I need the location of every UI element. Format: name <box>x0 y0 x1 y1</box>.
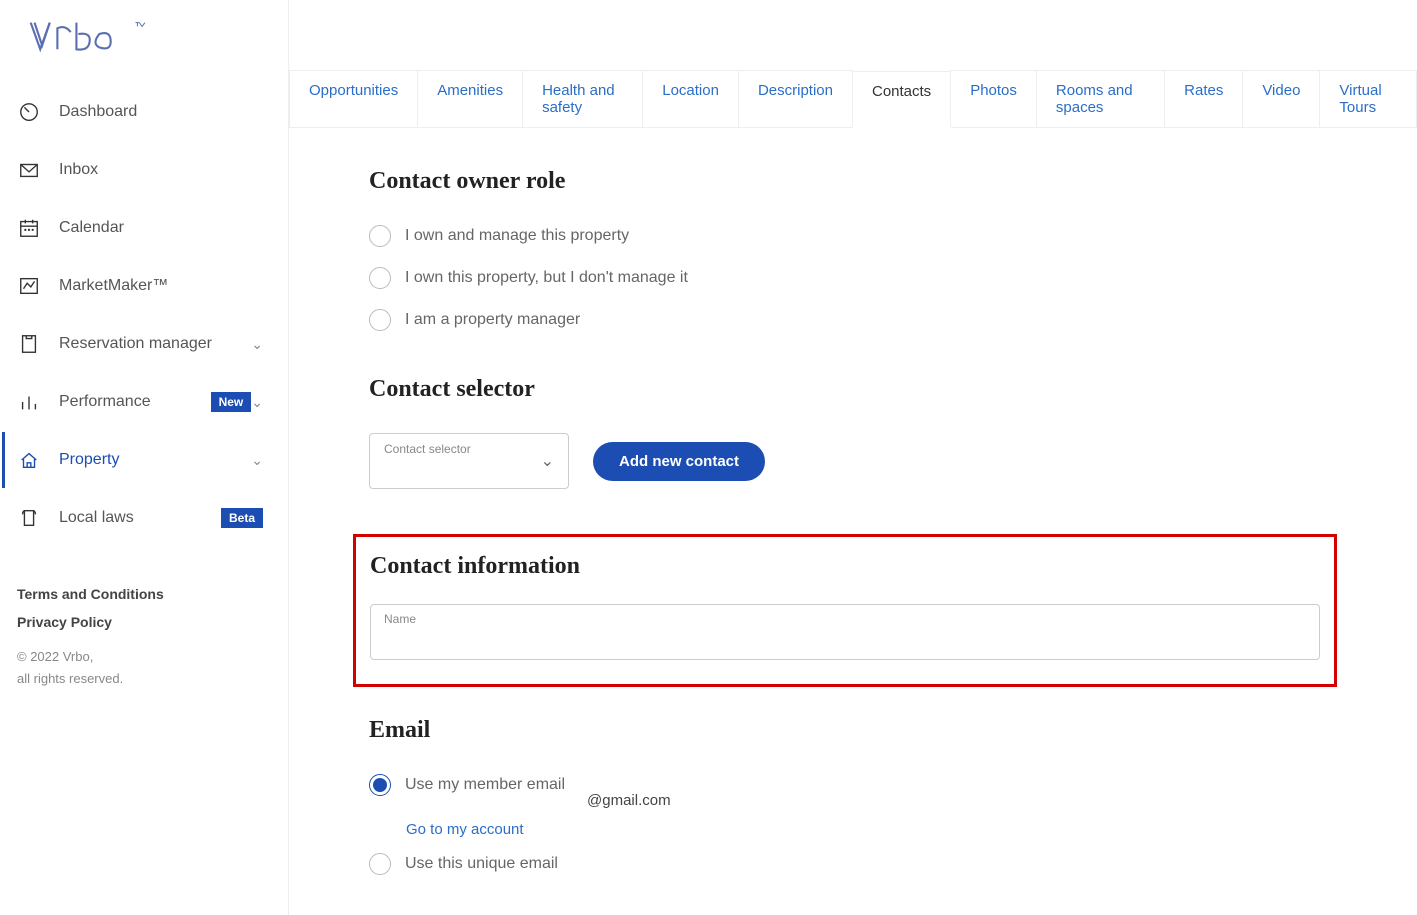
sidebar-item-label: Inbox <box>59 161 288 179</box>
performance-icon <box>17 390 41 414</box>
radio-icon <box>369 267 391 289</box>
vrbo-logo-icon <box>20 15 150 55</box>
tab-virtual-tours[interactable]: Virtual Tours <box>1319 70 1417 127</box>
email-section: Use my member email @gmail.com Go to my … <box>369 774 1337 875</box>
copyright: © 2022 Vrbo, all rights reserved. <box>17 636 288 690</box>
owner-role-option-3[interactable]: I am a property manager <box>369 309 1337 331</box>
contact-information-highlight: Contact information Name <box>353 534 1337 687</box>
tab-video[interactable]: Video <box>1242 70 1320 127</box>
tabs: Opportunities Amenities Health and safet… <box>289 70 1417 128</box>
radio-label: Use this unique email <box>405 855 558 873</box>
tab-description[interactable]: Description <box>738 70 853 127</box>
tab-amenities[interactable]: Amenities <box>417 70 523 127</box>
tab-contacts[interactable]: Contacts <box>852 71 951 128</box>
sidebar-item-label: Calendar <box>59 219 288 237</box>
sidebar-item-label: Property <box>59 451 251 469</box>
owner-role-radio-group: I own and manage this property I own thi… <box>369 225 1337 331</box>
sidebar-item-property[interactable]: Property ⌄ <box>17 448 288 472</box>
radio-icon <box>369 225 391 247</box>
footer-links: Terms and Conditions Privacy Policy © 20… <box>15 530 288 690</box>
sidebar-item-dashboard[interactable]: Dashboard <box>17 100 288 124</box>
contact-selector-row: Contact selector ⌄ Add new contact <box>369 433 1337 489</box>
tab-location[interactable]: Location <box>642 70 739 127</box>
tab-photos[interactable]: Photos <box>950 70 1037 127</box>
market-icon <box>17 274 41 298</box>
sidebar-item-label: Reservation manager <box>59 335 251 353</box>
main-content: Opportunities Amenities Health and safet… <box>288 0 1417 915</box>
new-badge: New <box>211 392 252 412</box>
go-to-account-link[interactable]: Go to my account <box>406 821 524 838</box>
tab-opportunities[interactable]: Opportunities <box>289 70 418 127</box>
sidebar: Dashboard Inbox Calendar MarketMaker™ Re… <box>0 0 288 915</box>
chevron-down-icon: ⌄ <box>251 394 263 411</box>
beta-badge: Beta <box>221 508 263 528</box>
email-option-unique[interactable]: Use this unique email <box>369 853 1337 875</box>
sidebar-item-performance[interactable]: Performance New ⌄ <box>17 390 288 414</box>
tab-rooms-spaces[interactable]: Rooms and spaces <box>1036 70 1165 127</box>
sidebar-nav: Dashboard Inbox Calendar MarketMaker™ Re… <box>15 100 288 530</box>
calendar-icon <box>17 216 41 240</box>
sidebar-item-label: Local laws <box>59 509 221 527</box>
section-title-contact-info: Contact information <box>370 553 1320 580</box>
sidebar-item-inbox[interactable]: Inbox <box>17 158 288 182</box>
radio-label: I am a property manager <box>405 311 580 329</box>
radio-label: I own and manage this property <box>405 227 629 245</box>
add-new-contact-button[interactable]: Add new contact <box>593 442 765 481</box>
dashboard-icon <box>17 100 41 124</box>
contact-selector-dropdown[interactable]: Contact selector ⌄ <box>369 433 569 489</box>
sidebar-item-label: Dashboard <box>59 103 288 121</box>
sidebar-item-local-laws[interactable]: Local laws Beta <box>17 506 288 530</box>
chevron-down-icon: ⌄ <box>251 452 263 469</box>
sidebar-item-label: MarketMaker™ <box>59 277 288 295</box>
dropdown-label: Contact selector <box>384 442 554 456</box>
radio-icon <box>369 853 391 875</box>
sidebar-item-calendar[interactable]: Calendar <box>17 216 288 240</box>
sidebar-item-reservation-manager[interactable]: Reservation manager ⌄ <box>17 332 288 356</box>
radio-label: I own this property, but I don't manage … <box>405 269 688 287</box>
sidebar-item-marketmaker[interactable]: MarketMaker™ <box>17 274 288 298</box>
brand-logo <box>15 15 288 100</box>
sidebar-item-label: Performance <box>59 393 201 411</box>
section-title-owner-role: Contact owner role <box>369 168 1337 195</box>
name-input[interactable] <box>370 604 1320 660</box>
radio-icon <box>369 309 391 331</box>
chevron-down-icon: ⌄ <box>251 336 263 353</box>
name-label: Name <box>384 612 416 626</box>
tab-rates[interactable]: Rates <box>1164 70 1243 127</box>
owner-role-option-1[interactable]: I own and manage this property <box>369 225 1337 247</box>
name-input-wrapper: Name <box>370 604 1320 660</box>
section-title-contact-selector: Contact selector <box>369 376 1337 403</box>
tab-health-safety[interactable]: Health and safety <box>522 70 643 127</box>
terms-link[interactable]: Terms and Conditions <box>17 580 288 608</box>
radio-checked-icon <box>369 774 391 796</box>
member-email-value: @gmail.com <box>587 792 1337 809</box>
owner-role-option-2[interactable]: I own this property, but I don't manage … <box>369 267 1337 289</box>
laws-icon <box>17 506 41 530</box>
section-title-email: Email <box>369 717 1337 744</box>
property-icon <box>17 448 41 472</box>
privacy-link[interactable]: Privacy Policy <box>17 608 288 636</box>
chevron-down-icon: ⌄ <box>541 451 554 471</box>
inbox-icon <box>17 158 41 182</box>
radio-label: Use my member email <box>405 776 565 794</box>
reservation-icon <box>17 332 41 356</box>
